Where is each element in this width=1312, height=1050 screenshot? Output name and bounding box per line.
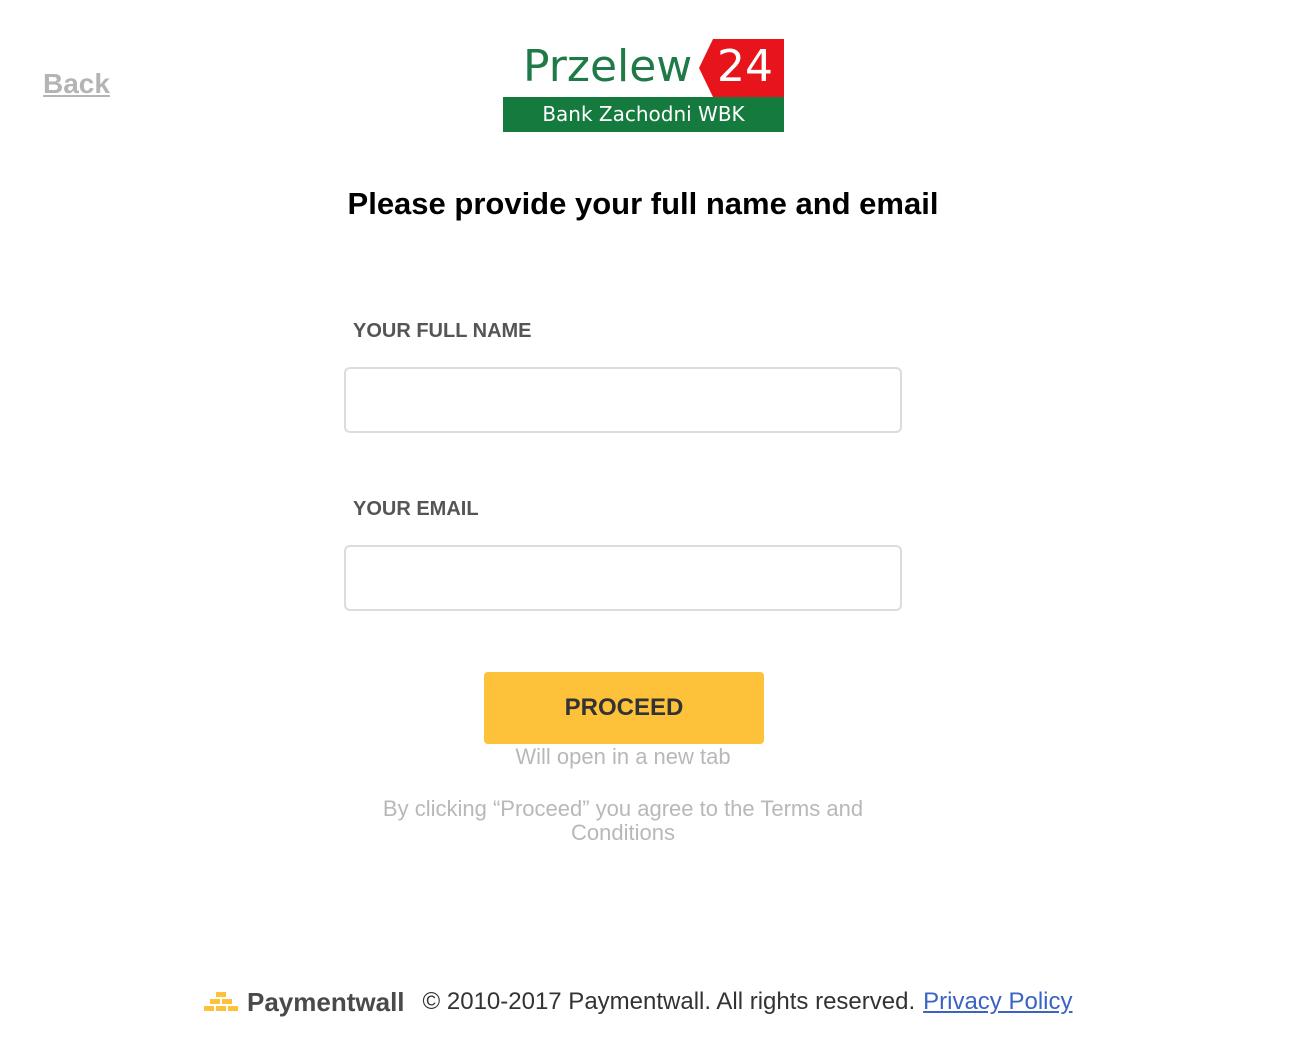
page: Back Przelew 24 Bank Zachodni WBK Please… — [0, 0, 1312, 1050]
copyright-text: © 2010-2017 Paymentwall. All rights rese… — [422, 988, 916, 1015]
full-name-label: YOUR FULL NAME — [353, 320, 532, 342]
logo-brand-text: Przelew — [523, 41, 693, 92]
terms-note: By clicking “Proceed” you agree to the T… — [382, 796, 864, 845]
przelew24-logo: Przelew 24 Bank Zachodni WBK — [503, 39, 784, 132]
paymentwall-brand: Paymentwall — [247, 986, 405, 1017]
email-label: YOUR EMAIL — [353, 498, 479, 520]
page-title: Please provide your full name and email — [347, 186, 939, 221]
full-name-input[interactable] — [344, 367, 902, 433]
footer: Paymentwall © 2010-2017 Paymentwall. All… — [203, 984, 1073, 1020]
logo-number-text: 24 — [717, 41, 773, 92]
paymentwall-logo-icon — [204, 992, 238, 1011]
back-link[interactable]: Back — [43, 68, 110, 100]
proceed-button[interactable]: PROCEED — [484, 672, 764, 744]
new-tab-note: Will open in a new tab — [515, 744, 731, 769]
logo-number-box: 24 — [699, 39, 784, 97]
privacy-policy-link[interactable]: Privacy Policy — [923, 988, 1072, 1016]
email-input[interactable] — [344, 545, 902, 611]
logo-bank-name: Bank Zachodni WBK — [503, 97, 784, 132]
